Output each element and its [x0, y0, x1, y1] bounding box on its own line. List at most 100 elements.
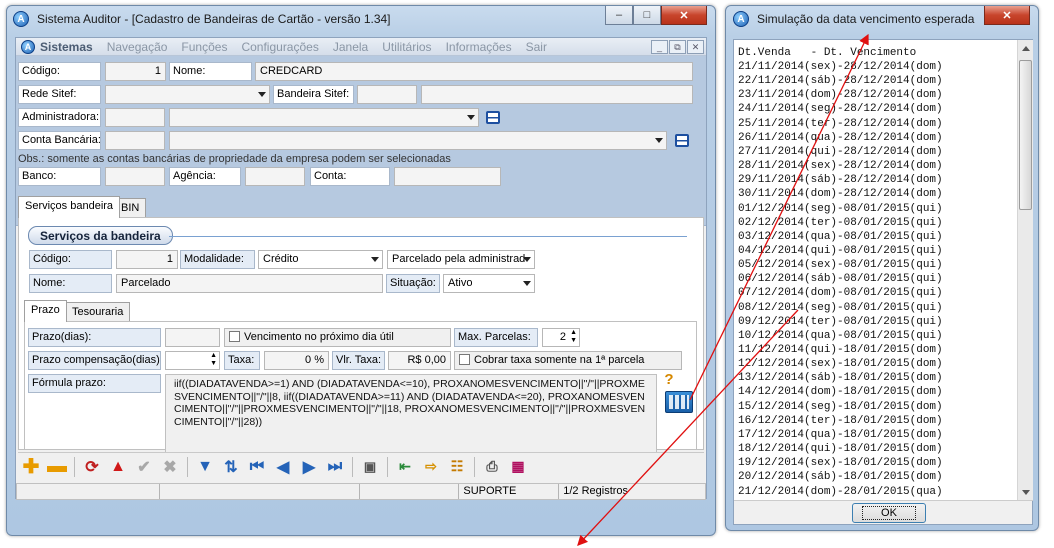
prazo-comp-stepper[interactable]: ▲ ▼ — [165, 351, 220, 370]
menu-informacoes[interactable]: Informações — [446, 40, 512, 54]
list-item: 20/12/2014(sáb)-18/01/2015(dom) — [738, 471, 943, 484]
banco-field[interactable] — [105, 167, 165, 186]
delete-icon[interactable]: ▲ — [107, 456, 129, 478]
vertical-scrollbar[interactable] — [1017, 40, 1033, 500]
prev-record-icon[interactable]: ◀ — [272, 456, 294, 478]
child-close-button[interactable]: ✕ — [687, 40, 704, 54]
maximize-button[interactable]: □ — [633, 6, 661, 25]
simulation-dialog: A Simulação da data vencimento esperada … — [725, 5, 1039, 531]
chevron-down-icon — [258, 92, 266, 97]
taxa-field[interactable]: 0 % — [264, 351, 329, 370]
list-item: 30/11/2014(dom)-28/12/2014(dom) — [738, 188, 943, 201]
max-parcelas-stepper[interactable]: 2 ▲ ▼ — [542, 328, 580, 347]
situacao-label: Situação: — [386, 274, 440, 293]
conta-label: Conta: — [310, 167, 390, 186]
sort-icon[interactable]: ⇅ — [220, 456, 242, 478]
remove-icon[interactable]: ▬ — [46, 455, 68, 478]
scroll-down-icon[interactable] — [1022, 490, 1030, 495]
status-cell — [360, 484, 460, 499]
dialog-close-button[interactable]: ✕ — [984, 6, 1030, 25]
child-logo-icon: A — [21, 39, 35, 54]
tab-servicos-bandeira[interactable]: Serviços bandeira — [18, 196, 121, 218]
tab-tesouraria[interactable]: Tesouraria — [65, 302, 131, 322]
last-record-icon[interactable]: ⏭ — [324, 456, 346, 478]
export-icon[interactable]: ⇨ — [420, 456, 442, 478]
situacao-value: Ativo — [448, 277, 473, 289]
list-item: 03/12/2014(qua)-08/01/2015(qui) — [738, 230, 943, 243]
list-item: 08/12/2014(seg)-08/01/2015(qui) — [738, 301, 943, 314]
menu-funcoes[interactable]: Funções — [181, 40, 227, 54]
help-icon[interactable]: ? — [662, 372, 676, 388]
formula-textarea[interactable]: iif((DIADATAVENDA>=1) AND (DIADATAVENDA<… — [165, 374, 657, 454]
parcelamento-select[interactable]: Parcelado pela administrad — [387, 250, 535, 269]
agencia-field[interactable] — [245, 167, 305, 186]
administradora-code-field[interactable] — [105, 108, 165, 127]
toolbar-separator — [74, 456, 75, 477]
report-icon[interactable]: ☷ — [446, 456, 468, 478]
conta-bancaria-code-field[interactable] — [105, 131, 165, 150]
action-toolbar: ✚ ▬ ⟳ ▲ ✔ ✖ ▼ ⇅ ⏮ ◀ ▶ ⏭ ▣ ⇤ ⇨ ☷ ⎙ ▦ — [18, 452, 704, 480]
vencimento-util-checkbox[interactable]: Vencimento no próximo dia útil — [224, 328, 451, 347]
chevron-down-icon — [371, 257, 379, 262]
add-icon[interactable]: ✚ — [20, 456, 42, 478]
conta-bancaria-select[interactable] — [169, 131, 667, 150]
window-icon[interactable]: ▣ — [359, 456, 381, 478]
list-item: 09/12/2014(ter)-08/01/2015(qui) — [738, 315, 943, 328]
list-item: 17/12/2014(qua)-18/01/2015(dom) — [738, 428, 943, 441]
close-button[interactable]: ✕ — [661, 6, 707, 25]
situacao-select[interactable]: Ativo — [443, 274, 535, 293]
dialog-logo-icon: A — [733, 11, 749, 27]
simulation-list[interactable]: Dt.Venda - Dt. Vencimento 21/11/2014(sex… — [734, 40, 1033, 501]
menu-utilitarios[interactable]: Utilitários — [382, 40, 431, 54]
conta-bancaria-lookup-icon[interactable] — [675, 134, 689, 147]
codigo-label: Código: — [18, 62, 101, 81]
print-icon[interactable]: ⎙ — [481, 456, 503, 478]
edit-icon[interactable]: ⟳ — [81, 456, 103, 478]
scroll-thumb[interactable] — [1019, 60, 1032, 210]
list-item: 21/11/2014(sex)-28/12/2014(dom) — [738, 61, 943, 73]
minimize-button[interactable]: – — [605, 6, 633, 25]
list-item: 06/12/2014(sáb)-08/01/2015(qui) — [738, 273, 943, 286]
list-item: 25/11/2014(ter)-28/12/2014(dom) — [738, 117, 943, 130]
menu-janela[interactable]: Janela — [333, 40, 368, 54]
cobrar-taxa-checkbox[interactable]: Cobrar taxa somente na 1ª parcela — [454, 351, 682, 370]
menu-navegacao[interactable]: Navegação — [107, 40, 168, 54]
conta-field[interactable] — [394, 167, 501, 186]
bandeira-sitef-name-field[interactable] — [421, 85, 693, 104]
nome-field[interactable]: CREDCARD — [255, 62, 693, 81]
import-icon[interactable]: ⇤ — [394, 456, 416, 478]
prazo-dias-field[interactable] — [165, 328, 220, 347]
child-restore-button[interactable]: ⧉ — [669, 40, 686, 54]
menu-sair[interactable]: Sair — [526, 40, 547, 54]
calendar-report-icon[interactable]: ▦ — [507, 456, 529, 478]
modalidade-select[interactable]: Crédito — [258, 250, 383, 269]
filter-icon[interactable]: ▼ — [194, 456, 216, 478]
administradora-select[interactable] — [169, 108, 479, 127]
list-item: 19/12/2014(sex)-18/01/2015(dom) — [738, 457, 943, 470]
ok-button[interactable]: OK — [852, 503, 926, 523]
vlr-taxa-field[interactable]: R$ 0,00 — [388, 351, 451, 370]
confirm-icon[interactable]: ✔ — [133, 456, 155, 478]
codigo-field[interactable]: 1 — [105, 62, 166, 81]
calendar-icon[interactable] — [665, 391, 693, 413]
scroll-up-icon[interactable] — [1022, 46, 1030, 51]
stepper-arrows-icon[interactable]: ▲ ▼ — [570, 329, 577, 345]
srv-codigo-field[interactable]: 1 — [116, 250, 178, 269]
rede-sitef-select[interactable] — [105, 85, 270, 104]
list-item: 29/11/2014(sáb)-28/12/2014(dom) — [738, 174, 943, 187]
rede-sitef-label: Rede Sitef: — [18, 85, 101, 104]
menu-configuracoes[interactable]: Configurações — [241, 40, 318, 54]
stepper-arrows-icon[interactable]: ▲ ▼ — [210, 352, 217, 368]
cancel-icon[interactable]: ✖ — [159, 456, 181, 478]
ok-label: OK — [862, 506, 916, 520]
first-record-icon[interactable]: ⏮ — [246, 456, 268, 478]
administradora-lookup-icon[interactable] — [486, 111, 500, 124]
bandeira-sitef-code-field[interactable] — [357, 85, 417, 104]
srv-nome-field[interactable]: Parcelado — [116, 274, 383, 293]
checkbox-icon — [459, 354, 470, 365]
next-record-icon[interactable]: ▶ — [298, 456, 320, 478]
child-minimize-button[interactable]: _ — [651, 40, 668, 54]
formula-label: Fórmula prazo: — [28, 374, 161, 393]
menu-sistemas[interactable]: Sistemas — [40, 40, 93, 54]
tab-prazo[interactable]: Prazo — [24, 300, 67, 322]
